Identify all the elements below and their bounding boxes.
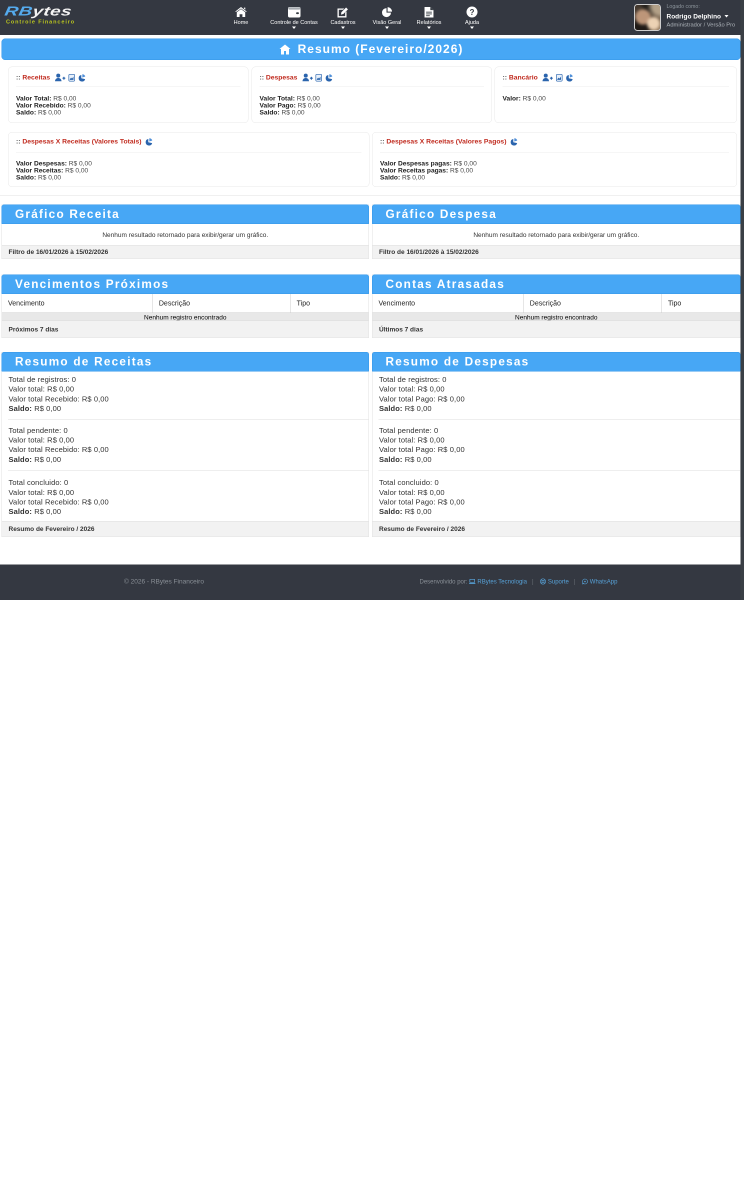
- svg-text:?: ?: [470, 8, 475, 17]
